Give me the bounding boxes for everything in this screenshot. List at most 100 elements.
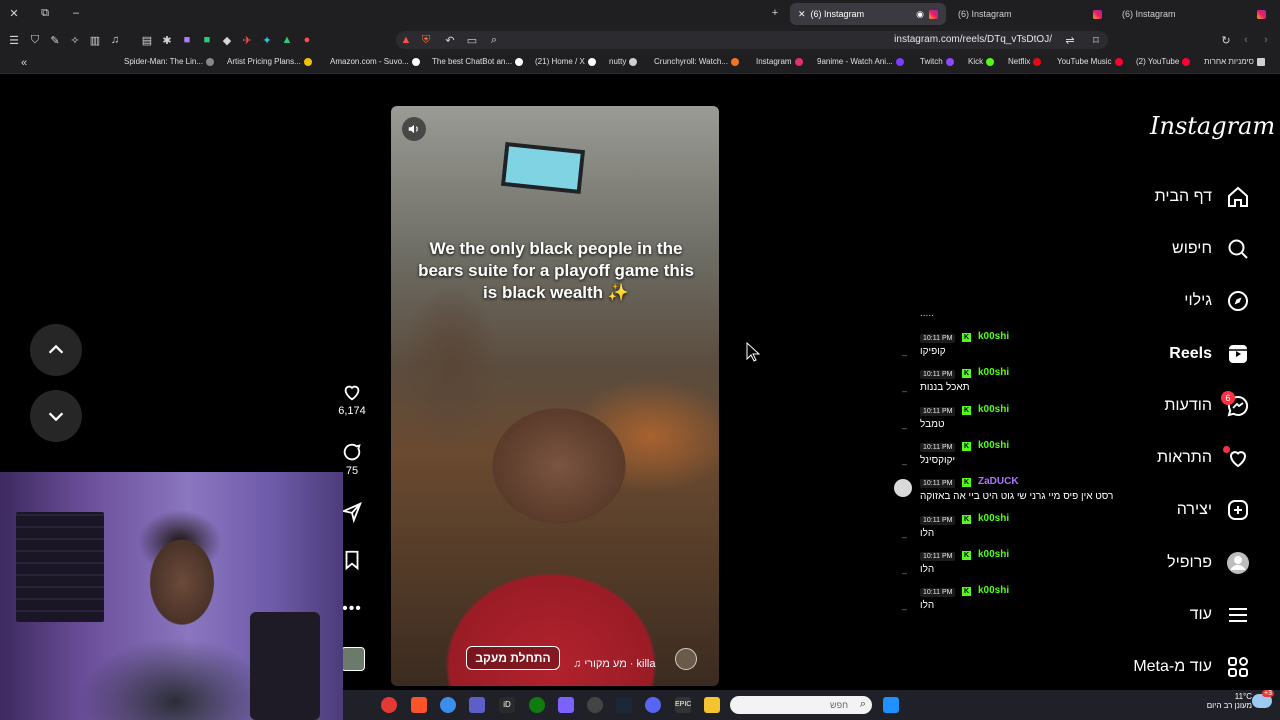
ext-diamond-icon[interactable]: ◆	[219, 32, 235, 48]
tab-instagram-1[interactable]: ✕ (6) Instagram ◉	[790, 3, 946, 25]
epic-app-icon[interactable]: EPIC	[675, 697, 691, 713]
chat-timestamp: 10:11 PM	[920, 588, 956, 597]
bookmark-item[interactable]: nutty	[609, 57, 638, 66]
new-tab-icon[interactable]: +	[767, 5, 783, 21]
bookmark-item[interactable]: 9anime - Watch Ani...	[817, 57, 904, 66]
chat-username[interactable]: k00shi	[978, 331, 1009, 342]
bookmark-item[interactable]: Artist Pricing Plans...	[227, 57, 312, 66]
music-icon[interactable]: ♫	[107, 32, 123, 48]
youtube-app-icon[interactable]	[381, 697, 397, 713]
restore-icon[interactable]: ⧉	[37, 5, 53, 21]
ext-cyan-icon[interactable]: ✦	[259, 32, 275, 48]
ext-purple-icon[interactable]: ■	[179, 32, 195, 48]
nav-messages[interactable]: הודעות	[1164, 392, 1250, 420]
app-icon[interactable]	[558, 697, 574, 713]
tab-instagram-3[interactable]: (6) Instagram	[1114, 3, 1274, 25]
taskbar-search[interactable]: חפש ⌕	[730, 696, 872, 714]
bookmark-item[interactable]: Amazon.com - Suvo...	[330, 57, 420, 66]
ext-record-icon[interactable]: ●	[299, 32, 315, 48]
brave-rewards-icon[interactable]: ▲	[398, 32, 414, 48]
reader-icon[interactable]: ▤	[139, 32, 155, 48]
close-window-icon[interactable]: ✕	[6, 5, 22, 21]
reload-icon[interactable]: ↻	[1218, 32, 1234, 48]
sidebar-icon[interactable]: ▥	[87, 32, 103, 48]
discord-app-icon[interactable]	[645, 697, 661, 713]
shield-icon[interactable]: ⛉	[27, 32, 43, 48]
ext-chart-icon[interactable]: ▲	[279, 32, 295, 48]
mute-button[interactable]	[402, 117, 426, 141]
nav-profile[interactable]: פרופיל	[1167, 549, 1250, 577]
bookmark-item[interactable]: (2) YouTube	[1136, 57, 1191, 66]
nav-also-from-meta[interactable]: עוד מ-Meta	[1133, 653, 1250, 681]
chat-username[interactable]: ZaDUCK	[978, 476, 1019, 487]
address-bar[interactable]: ▲ ⛨ ↶ ▭ ⌕ instagram.com/reels/DTq_vTsDtO…	[396, 31, 1108, 49]
steam-app-icon[interactable]	[616, 697, 632, 713]
bookmark-favicon-icon	[1033, 57, 1042, 66]
reel-video[interactable]: We the only black people in the bears su…	[391, 106, 719, 686]
file-explorer-icon[interactable]	[704, 697, 720, 713]
puzzle-icon[interactable]: ✧	[67, 32, 83, 48]
bookmark-item[interactable]: Netflix	[1008, 57, 1042, 66]
back-icon[interactable]: ‹	[1238, 32, 1254, 48]
teams-app-icon[interactable]	[469, 697, 485, 713]
dash-text: –	[902, 386, 908, 396]
previous-reel-button[interactable]	[30, 324, 82, 376]
follow-button[interactable]: התחלת מעקב	[466, 646, 560, 670]
bookmark-item[interactable]: YouTube Music	[1057, 57, 1123, 66]
chat-username[interactable]: k00shi	[978, 549, 1009, 560]
chat-username[interactable]: k00shi	[978, 404, 1009, 415]
obs-app-icon[interactable]	[587, 697, 603, 713]
extension-icon[interactable]: ✎	[47, 32, 63, 48]
lens-icon[interactable]: ⌕	[486, 32, 502, 48]
chat-username[interactable]: k00shi	[978, 585, 1009, 596]
audio-label[interactable]: ♫ מע מקורי · killa	[573, 658, 655, 670]
windows-start-icon[interactable]	[883, 697, 899, 713]
nav-search[interactable]: חיפוש	[1172, 235, 1250, 263]
audio-thumbnail[interactable]	[341, 647, 365, 671]
app-icon[interactable]	[440, 697, 456, 713]
id-app-icon[interactable]: iD	[499, 697, 515, 713]
nav-home[interactable]: דף הבית	[1155, 183, 1250, 211]
chat-username[interactable]: k00shi	[978, 367, 1009, 378]
nav-create[interactable]: יצירה	[1177, 496, 1250, 524]
creator-avatar[interactable]	[675, 648, 697, 670]
chat-username[interactable]: k00shi	[978, 513, 1009, 524]
cast-icon[interactable]: ▭	[464, 32, 480, 48]
xbox-app-icon[interactable]	[529, 697, 545, 713]
bookmark-item[interactable]: סימניות אחרות	[1204, 57, 1265, 66]
bookmark-star-icon[interactable]: ⌑	[1088, 32, 1104, 48]
ext-green-icon[interactable]: ■	[199, 32, 215, 48]
nav-explore[interactable]: גילוי	[1184, 287, 1250, 315]
bookmark-item[interactable]: (21) Home / X	[535, 57, 596, 66]
forward-icon[interactable]: ›	[1258, 32, 1274, 48]
tab-instagram-2[interactable]: (6) Instagram	[950, 3, 1110, 25]
bookmark-item[interactable]: Twitch	[920, 57, 954, 66]
bookmark-item[interactable]: Instagram	[756, 57, 803, 66]
extensions-icon[interactable]: ✱	[159, 32, 175, 48]
close-tab-icon[interactable]: ✕	[798, 9, 806, 20]
nav-reels[interactable]: Reels	[1169, 340, 1250, 368]
brave-app-icon[interactable]	[411, 697, 427, 713]
chat-text: תאכל בננות	[920, 382, 970, 393]
bookmark-item[interactable]: Kick	[968, 57, 995, 66]
like-action[interactable]: 6,174	[337, 381, 367, 417]
chat-username[interactable]: k00shi	[978, 440, 1009, 451]
brave-shield-icon[interactable]: ⛨	[418, 32, 434, 48]
tune-icon[interactable]: ⇌	[1062, 32, 1078, 48]
bookmark-item[interactable]: Crunchyroll: Watch...	[654, 57, 739, 66]
folder-icon	[1256, 57, 1265, 66]
instagram-logo[interactable]: Instagram	[1150, 112, 1275, 140]
nav-notifications[interactable]: התראות	[1157, 444, 1250, 472]
bookmark-item[interactable]: Spider-Man: The Lin...	[124, 57, 215, 66]
audio-playing-icon[interactable]: ◉	[916, 9, 924, 20]
undo-icon[interactable]: ↶	[442, 32, 458, 48]
nav-more[interactable]: עוד	[1190, 601, 1250, 629]
ext-red-icon[interactable]: ✈	[239, 32, 255, 48]
next-reel-button[interactable]	[30, 390, 82, 442]
chevron-left-icon[interactable]: «	[16, 55, 32, 71]
menu-icon[interactable]: ☰	[6, 32, 22, 48]
weather-widget[interactable]: 11°C מעונן רב היום	[1200, 692, 1252, 710]
bookmark-item[interactable]: The best ChatBot an...	[432, 57, 524, 66]
instagram-icon	[1093, 9, 1102, 19]
minimize-icon[interactable]: –	[68, 5, 84, 21]
